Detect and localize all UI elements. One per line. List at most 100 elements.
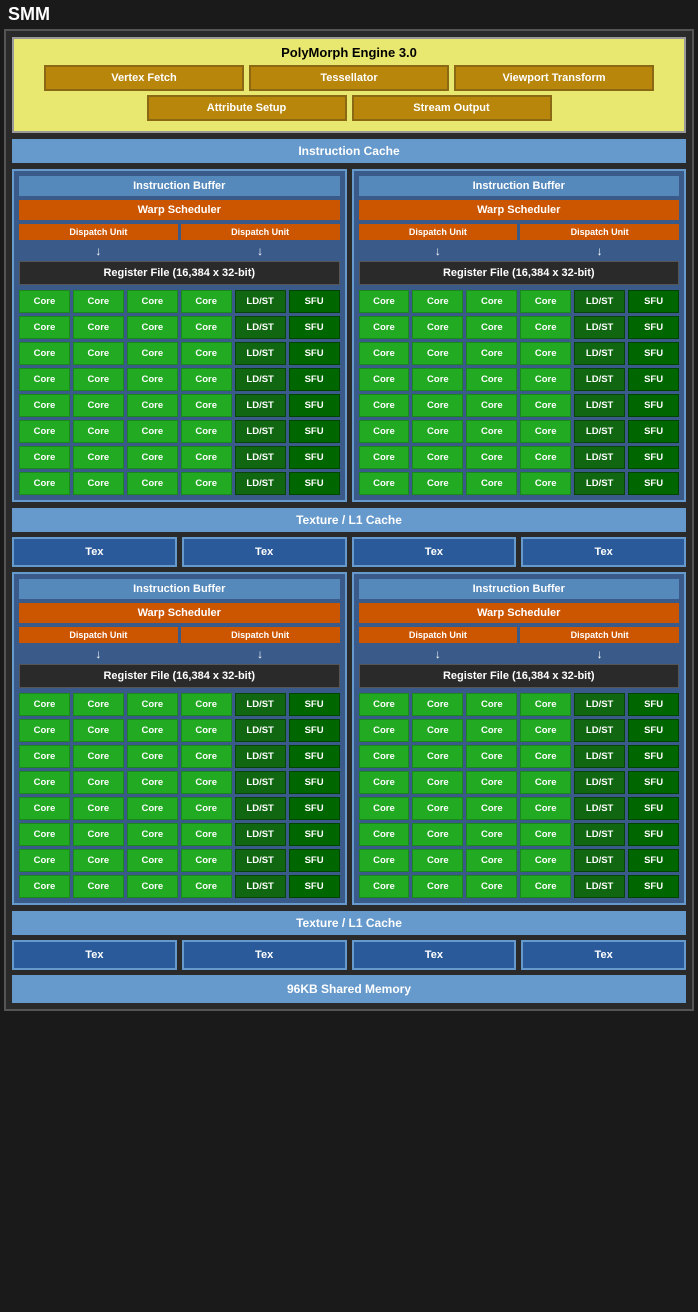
- sfu-cell: SFU: [289, 420, 340, 443]
- sfu-cell: SFU: [628, 771, 679, 794]
- core-cell: Core: [359, 316, 410, 339]
- top-right-instr-buffer: Instruction Buffer: [359, 176, 680, 196]
- ldst-cell: LD/ST: [235, 771, 286, 794]
- core-cell: Core: [19, 368, 70, 391]
- core-cell: Core: [359, 875, 410, 898]
- core-cell: Core: [412, 693, 463, 716]
- core-cell: Core: [359, 394, 410, 417]
- core-cell: Core: [73, 797, 124, 820]
- core-cell: Core: [73, 420, 124, 443]
- bottom-left-dispatch-2: Dispatch Unit: [181, 627, 340, 643]
- sfu-cell: SFU: [289, 394, 340, 417]
- core-row: Core Core Core Core LD/ST SFU: [359, 472, 680, 495]
- top-left-core-grid: Core Core Core Core LD/ST SFU Core Core …: [19, 290, 340, 495]
- top-right-warp-scheduler: Warp Scheduler: [359, 200, 680, 220]
- ldst-cell: LD/ST: [574, 797, 625, 820]
- core-cell: Core: [520, 420, 571, 443]
- top-left-arrow-2: ↓: [181, 244, 340, 258]
- ldst-cell: LD/ST: [574, 693, 625, 716]
- sfu-cell: SFU: [628, 875, 679, 898]
- core-cell: Core: [181, 446, 232, 469]
- core-cell: Core: [520, 290, 571, 313]
- core-cell: Core: [181, 771, 232, 794]
- core-cell: Core: [73, 875, 124, 898]
- core-row: Core Core Core Core LD/ST SFU: [19, 472, 340, 495]
- top-halves: Instruction Buffer Warp Scheduler Dispat…: [12, 169, 686, 502]
- core-row: Core Core Core Core LD/ST SFU: [359, 849, 680, 872]
- core-cell: Core: [181, 693, 232, 716]
- sfu-cell: SFU: [628, 719, 679, 742]
- poly-row-2: Attribute Setup Stream Output: [20, 95, 678, 121]
- core-cell: Core: [127, 719, 178, 742]
- core-cell: Core: [127, 849, 178, 872]
- top-left-dispatch-row: Dispatch Unit Dispatch Unit: [19, 224, 340, 240]
- core-cell: Core: [127, 316, 178, 339]
- core-cell: Core: [359, 290, 410, 313]
- core-cell: Core: [127, 446, 178, 469]
- attribute-setup-box: Attribute Setup: [147, 95, 347, 121]
- core-row: Core Core Core Core LD/ST SFU: [19, 342, 340, 365]
- ldst-cell: LD/ST: [574, 745, 625, 768]
- core-cell: Core: [359, 693, 410, 716]
- core-cell: Core: [73, 472, 124, 495]
- ldst-cell: LD/ST: [574, 472, 625, 495]
- core-cell: Core: [412, 342, 463, 365]
- core-cell: Core: [73, 342, 124, 365]
- core-cell: Core: [73, 290, 124, 313]
- bottom-right-dispatch-row: Dispatch Unit Dispatch Unit: [359, 627, 680, 643]
- bottom-left-warp-scheduler: Warp Scheduler: [19, 603, 340, 623]
- core-cell: Core: [466, 875, 517, 898]
- sfu-cell: SFU: [628, 342, 679, 365]
- core-cell: Core: [181, 290, 232, 313]
- bottom-right-dispatch-1: Dispatch Unit: [359, 627, 518, 643]
- core-cell: Core: [19, 823, 70, 846]
- core-cell: Core: [73, 446, 124, 469]
- top-left-warp-scheduler: Warp Scheduler: [19, 200, 340, 220]
- core-cell: Core: [466, 368, 517, 391]
- ldst-cell: LD/ST: [574, 771, 625, 794]
- polymorph-title: PolyMorph Engine 3.0: [20, 45, 678, 60]
- tex-row-bottom: Tex Tex Tex Tex: [12, 940, 686, 970]
- bottom-right-half: Instruction Buffer Warp Scheduler Dispat…: [352, 572, 687, 905]
- core-cell: Core: [412, 797, 463, 820]
- ldst-cell: LD/ST: [235, 823, 286, 846]
- sfu-cell: SFU: [289, 771, 340, 794]
- core-cell: Core: [466, 394, 517, 417]
- bottom-left-instr-buffer: Instruction Buffer: [19, 579, 340, 599]
- core-cell: Core: [19, 316, 70, 339]
- core-row: Core Core Core Core LD/ST SFU: [19, 693, 340, 716]
- core-cell: Core: [359, 719, 410, 742]
- core-cell: Core: [181, 719, 232, 742]
- top-right-arrow-2: ↓: [520, 244, 679, 258]
- bottom-right-arrow-2: ↓: [520, 647, 679, 661]
- bottom-left-register-file: Register File (16,384 x 32-bit): [19, 664, 340, 688]
- ldst-cell: LD/ST: [235, 420, 286, 443]
- smm-title: SMM: [0, 0, 698, 29]
- core-cell: Core: [520, 797, 571, 820]
- core-cell: Core: [127, 394, 178, 417]
- sfu-cell: SFU: [628, 472, 679, 495]
- core-cell: Core: [127, 875, 178, 898]
- ldst-cell: LD/ST: [235, 342, 286, 365]
- core-cell: Core: [412, 771, 463, 794]
- sfu-cell: SFU: [628, 446, 679, 469]
- core-row: Core Core Core Core LD/ST SFU: [359, 771, 680, 794]
- core-cell: Core: [466, 849, 517, 872]
- core-cell: Core: [73, 823, 124, 846]
- core-cell: Core: [19, 446, 70, 469]
- core-cell: Core: [19, 719, 70, 742]
- ldst-cell: LD/ST: [235, 472, 286, 495]
- ldst-cell: LD/ST: [235, 719, 286, 742]
- poly-row-1: Vertex Fetch Tessellator Viewport Transf…: [20, 65, 678, 91]
- tex-box-4: Tex: [521, 537, 686, 567]
- tex-box-3: Tex: [352, 537, 517, 567]
- ldst-cell: LD/ST: [235, 290, 286, 313]
- sfu-cell: SFU: [628, 290, 679, 313]
- core-row: Core Core Core Core LD/ST SFU: [359, 693, 680, 716]
- core-row: Core Core Core Core LD/ST SFU: [359, 823, 680, 846]
- top-right-core-grid: Core Core Core Core LD/ST SFU Core Core …: [359, 290, 680, 495]
- core-cell: Core: [466, 797, 517, 820]
- core-cell: Core: [466, 693, 517, 716]
- top-left-arrow-1: ↓: [19, 244, 178, 258]
- core-cell: Core: [412, 849, 463, 872]
